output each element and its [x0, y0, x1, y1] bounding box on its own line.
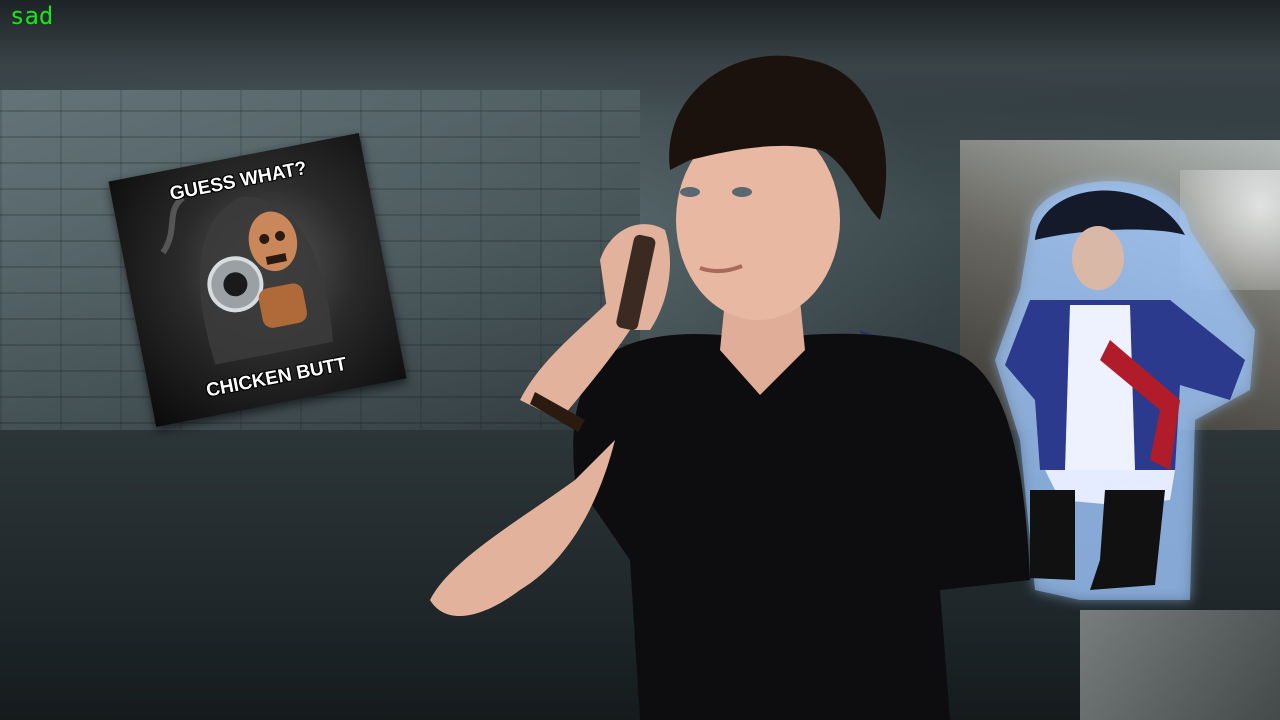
overlay-label: sad: [10, 2, 54, 30]
man-on-phone: [430, 55, 1030, 720]
video-frame: GUESS WHAT? CHICKEN BUTT sad: [0, 0, 1280, 720]
